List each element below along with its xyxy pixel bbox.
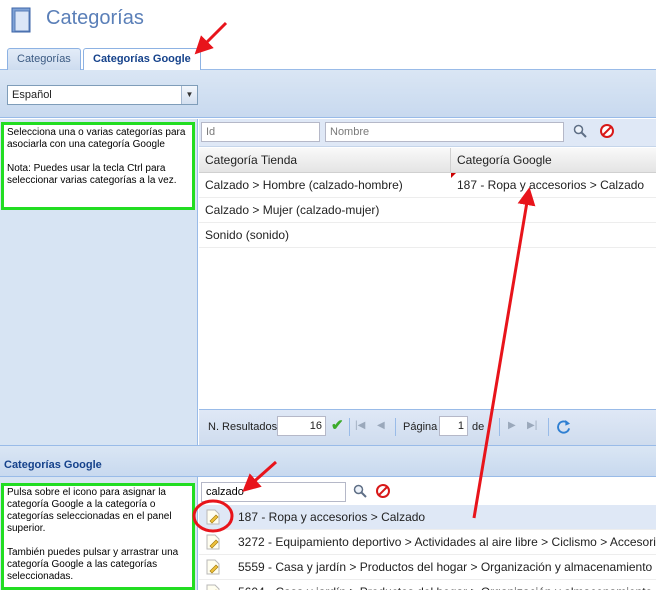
language-select[interactable]: Español ▼ — [7, 85, 198, 105]
left-panel-google: Pulsa sobre el icono para asignar la cat… — [0, 477, 198, 590]
toolbar: Español ▼ — [0, 70, 656, 118]
separator — [349, 418, 350, 436]
separator — [395, 418, 396, 436]
list-item[interactable]: 187 - Ropa y accesorios > Calzado — [199, 505, 656, 530]
help-text: Pulsa sobre el icono para asignar la cat… — [7, 487, 172, 534]
google-category-label: 3272 - Equipamiento deportivo > Activida… — [238, 535, 656, 549]
page-of-label: de — [472, 421, 485, 433]
language-select-value: Español — [12, 89, 52, 101]
assign-icon[interactable] — [206, 559, 220, 575]
table-row[interactable]: Calzado > Mujer (calzado-mujer) — [199, 198, 656, 223]
list-item[interactable]: 5604 - Casa y jardín > Productos del hog… — [199, 580, 656, 590]
assign-icon[interactable] — [206, 509, 220, 525]
cell-tienda: Calzado > Mujer (calzado-mujer) — [205, 203, 380, 217]
cell-tienda: Calzado > Hombre (calzado-hombre) — [205, 178, 403, 192]
results-label: N. Resultados — [208, 421, 278, 433]
table-row[interactable]: Calzado > Hombre (calzado-hombre) 187 - … — [199, 173, 656, 198]
google-category-label: 187 - Ropa y accesorios > Calzado — [238, 510, 426, 524]
tab-categorias[interactable]: Categorías — [7, 48, 81, 70]
google-search-input[interactable]: calzado — [201, 482, 346, 502]
separator — [548, 418, 549, 436]
help-box-google: Pulsa sobre el icono para asignar la cat… — [1, 483, 195, 590]
first-page-icon[interactable]: |◀ — [355, 420, 365, 432]
google-category-label: 5604 - Casa y jardín > Productos del hog… — [238, 580, 652, 590]
refresh-icon[interactable] — [556, 419, 571, 434]
search-icon[interactable] — [573, 124, 587, 138]
store-categories-grid: Id Nombre Categoría Tienda Categoría Goo… — [199, 119, 656, 445]
search-icon[interactable] — [353, 484, 367, 498]
table-row[interactable]: Sonido (sonido) — [199, 223, 656, 248]
check-icon[interactable]: ✔ — [331, 418, 344, 434]
help-text: Selecciona una o varias categorías para … — [7, 127, 186, 150]
cell-google — [451, 223, 656, 248]
filter-bar: Id Nombre — [199, 119, 656, 147]
header: Categorías — [0, 0, 656, 46]
google-categories-list: calzado 187 - Ropa y accesorios > Calzad… — [199, 477, 656, 590]
left-panel: Selecciona una o varias categorías para … — [0, 119, 198, 445]
page-input[interactable]: 1 — [439, 416, 468, 436]
prev-page-icon[interactable]: ◀ — [377, 420, 385, 432]
id-filter-input[interactable]: Id — [201, 122, 320, 142]
page-title: Categorías — [46, 7, 144, 29]
cell-google: 187 - Ropa y accesorios > Calzado — [457, 178, 645, 192]
google-category-label: 5559 - Casa y jardín > Productos del hog… — [238, 560, 653, 574]
tab-bar: Categorías Categorías Google — [0, 46, 656, 71]
results-count-input[interactable]: 16 — [277, 416, 326, 436]
list-item[interactable]: 5559 - Casa y jardín > Productos del hog… — [199, 555, 656, 580]
assign-icon[interactable] — [206, 534, 220, 550]
next-page-icon[interactable]: ▶ — [508, 420, 516, 432]
tab-categorias-google[interactable]: Categorías Google — [83, 48, 201, 71]
folder-icon — [11, 7, 31, 33]
column-header-tienda[interactable]: Categoría Tienda — [199, 148, 451, 173]
list-item[interactable]: 3272 - Equipamiento deportivo > Activida… — [199, 530, 656, 555]
grid-header: Categoría Tienda Categoría Google — [199, 148, 656, 173]
help-text: También puedes pulsar y arrastrar una ca… — [7, 547, 179, 582]
chevron-down-icon[interactable]: ▼ — [181, 86, 197, 104]
cell-tienda: Sonido (sonido) — [205, 228, 290, 242]
help-box: Selecciona una o varias categorías para … — [1, 122, 195, 210]
clear-filter-icon[interactable] — [600, 124, 614, 138]
column-header-google[interactable]: Categoría Google — [451, 148, 656, 173]
clear-filter-icon[interactable] — [376, 484, 390, 498]
pagination-bar: N. Resultados 16 ✔ |◀ ◀ Página 1 de ▶ ▶| — [199, 409, 656, 445]
google-panel-title: Categorías Google — [4, 459, 102, 471]
assign-icon[interactable] — [206, 584, 220, 590]
cell-google — [451, 198, 656, 223]
separator — [499, 418, 500, 436]
page-label: Página — [403, 421, 438, 433]
google-panel-header: Categorías Google — [0, 445, 656, 477]
last-page-icon[interactable]: ▶| — [527, 420, 537, 432]
help-note: Nota: Puedes usar la tecla Ctrl para sel… — [7, 163, 177, 186]
name-filter-input[interactable]: Nombre — [325, 122, 564, 142]
